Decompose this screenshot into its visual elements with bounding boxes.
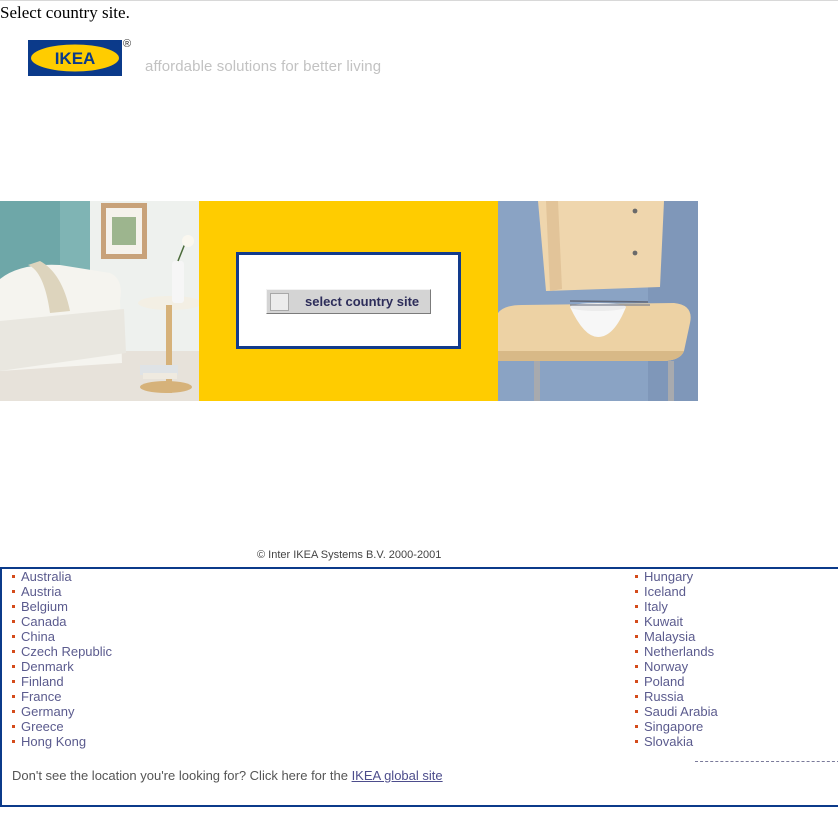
list-item: Slovakia xyxy=(635,734,718,749)
country-link[interactable]: Netherlands xyxy=(644,644,714,659)
dashed-divider xyxy=(695,761,838,762)
bullet-icon xyxy=(12,635,15,639)
select-country-button[interactable]: select country site xyxy=(266,289,431,314)
list-item: Malaysia xyxy=(635,629,718,644)
living-room-photo xyxy=(0,201,199,401)
country-link[interactable]: Germany xyxy=(21,704,74,719)
select-panel: select country site xyxy=(199,201,498,401)
list-item: Greece xyxy=(12,719,112,734)
list-item: Hungary xyxy=(635,569,718,584)
bullet-icon xyxy=(12,680,15,684)
copyright-notice: © Inter IKEA Systems B.V. 2000-2001 xyxy=(257,549,442,561)
list-item: Finland xyxy=(12,674,112,689)
country-link[interactable]: Australia xyxy=(21,569,72,584)
bullet-icon xyxy=(12,725,15,729)
country-link[interactable]: Greece xyxy=(21,719,64,734)
country-link[interactable]: Austria xyxy=(21,584,61,599)
chair-photo xyxy=(498,201,698,401)
country-link[interactable]: Canada xyxy=(21,614,67,629)
list-item: Belgium xyxy=(12,599,112,614)
bullet-icon xyxy=(12,695,15,699)
bullet-icon xyxy=(635,710,638,714)
list-item: Netherlands xyxy=(635,644,718,659)
bullet-icon xyxy=(12,605,15,609)
hero-banner: select country site xyxy=(0,201,698,401)
broken-image-icon xyxy=(270,293,289,311)
list-item: Russia xyxy=(635,689,718,704)
list-item: China xyxy=(12,629,112,644)
list-item: Poland xyxy=(635,674,718,689)
bullet-icon xyxy=(12,710,15,714)
global-site-link[interactable]: IKEA global site xyxy=(352,768,443,783)
country-link[interactable]: Malaysia xyxy=(644,629,695,644)
list-item: Singapore xyxy=(635,719,718,734)
country-link[interactable]: Kuwait xyxy=(644,614,683,629)
global-site-notice: Don't see the location you're looking fo… xyxy=(12,768,443,783)
list-item: Iceland xyxy=(635,584,718,599)
list-item: Norway xyxy=(635,659,718,674)
country-link[interactable]: Poland xyxy=(644,674,684,689)
bullet-icon xyxy=(12,590,15,594)
tagline: affordable solutions for better living xyxy=(145,58,382,75)
bullet-icon xyxy=(12,665,15,669)
registered-mark: ® xyxy=(123,38,132,50)
bullet-icon xyxy=(635,725,638,729)
notice-text: Don't see the location you're looking fo… xyxy=(12,768,348,783)
bullet-icon xyxy=(635,590,638,594)
select-country-label: select country site xyxy=(305,294,420,309)
country-link[interactable]: Finland xyxy=(21,674,64,689)
bullet-icon xyxy=(635,575,638,579)
country-link[interactable]: Singapore xyxy=(644,719,703,734)
bullet-icon xyxy=(635,665,638,669)
country-link[interactable]: Saudi Arabia xyxy=(644,704,718,719)
list-item: Saudi Arabia xyxy=(635,704,718,719)
bullet-icon xyxy=(12,620,15,624)
country-link[interactable]: Iceland xyxy=(644,584,686,599)
page-title: Select country site. xyxy=(0,3,130,22)
top-border xyxy=(0,0,838,1)
country-link[interactable]: Denmark xyxy=(21,659,74,674)
country-link[interactable]: Russia xyxy=(644,689,684,704)
list-item: Germany xyxy=(12,704,112,719)
list-item: Austria xyxy=(12,584,112,599)
country-link[interactable]: Norway xyxy=(644,659,688,674)
bullet-icon xyxy=(635,605,638,609)
ikea-logo: IKEA xyxy=(28,40,122,76)
bullet-icon xyxy=(12,650,15,654)
country-list-panel: Australia Austria Belgium Canada China C… xyxy=(0,567,838,807)
list-item: Canada xyxy=(12,614,112,629)
country-link[interactable]: Czech Republic xyxy=(21,644,112,659)
bullet-icon xyxy=(635,740,638,744)
country-list-left: Australia Austria Belgium Canada China C… xyxy=(12,569,112,749)
list-item: France xyxy=(12,689,112,704)
country-list-right: Hungary Iceland Italy Kuwait Malaysia Ne… xyxy=(635,569,718,749)
bullet-icon xyxy=(12,575,15,579)
list-item: Italy xyxy=(635,599,718,614)
country-link[interactable]: Italy xyxy=(644,599,668,614)
bullet-icon xyxy=(635,680,638,684)
country-link[interactable]: Slovakia xyxy=(644,734,693,749)
bullet-icon xyxy=(635,620,638,624)
country-link[interactable]: China xyxy=(21,629,55,644)
list-item: Denmark xyxy=(12,659,112,674)
country-link[interactable]: Hong Kong xyxy=(21,734,86,749)
list-item: Australia xyxy=(12,569,112,584)
logo-text: IKEA xyxy=(55,49,96,68)
bullet-icon xyxy=(635,650,638,654)
select-box: select country site xyxy=(236,252,461,349)
country-link[interactable]: Belgium xyxy=(21,599,68,614)
list-item: Hong Kong xyxy=(12,734,112,749)
bullet-icon xyxy=(12,740,15,744)
list-item: Kuwait xyxy=(635,614,718,629)
bullet-icon xyxy=(635,695,638,699)
country-link[interactable]: France xyxy=(21,689,61,704)
country-link[interactable]: Hungary xyxy=(644,569,693,584)
list-item: Czech Republic xyxy=(12,644,112,659)
bullet-icon xyxy=(635,635,638,639)
